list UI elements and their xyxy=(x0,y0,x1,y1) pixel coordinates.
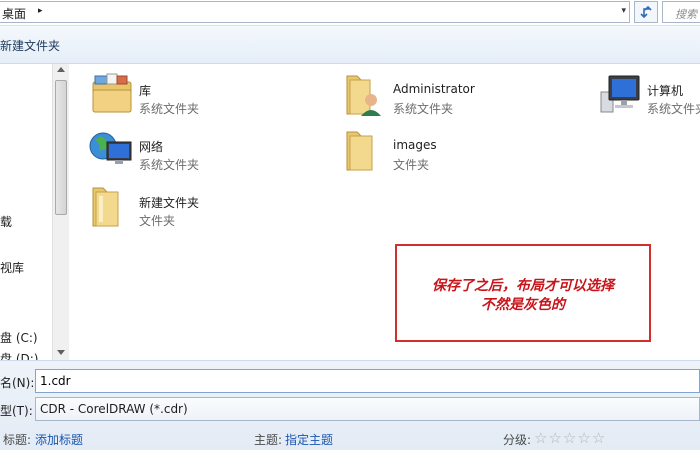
file-type: 系统文件夹 xyxy=(393,102,454,116)
file-type: 系统文件夹 xyxy=(647,102,700,116)
file-item-images[interactable]: images 文件夹 xyxy=(341,126,541,178)
title-label: 标题: xyxy=(3,433,32,447)
nav-scrollbar[interactable] xyxy=(52,64,69,360)
user-folder-icon xyxy=(346,75,381,116)
network-icon xyxy=(89,132,132,164)
filename-label: 名(N): xyxy=(0,376,35,390)
star-icon[interactable]: ☆ xyxy=(592,429,605,447)
address-location[interactable]: 桌面 xyxy=(2,5,26,22)
scroll-up-icon[interactable] xyxy=(57,67,65,72)
library-icon xyxy=(92,73,132,113)
file-name: 新建文件夹 xyxy=(139,196,200,210)
address-row: 桌面 ▸ ▾ 搜索 xyxy=(0,0,700,26)
rating-label: 分级: xyxy=(503,433,532,447)
subject-label: 主题: xyxy=(254,433,283,447)
metadata-row: 标题: 添加标题 主题: 指定主题 分级: ☆☆☆☆☆ xyxy=(0,428,700,450)
nav-item-videos[interactable]: 视库 xyxy=(0,259,24,276)
refresh-icon xyxy=(640,5,652,19)
add-title-link[interactable]: 添加标题 xyxy=(35,431,83,448)
address-dropdown-icon[interactable]: ▾ xyxy=(621,6,626,16)
star-icon[interactable]: ☆ xyxy=(563,429,576,447)
file-name: Administrator xyxy=(393,82,475,96)
annotation-note: 保存了之后，布局才可以选择 不然是灰色的 xyxy=(395,244,651,342)
nav-item-drive-c[interactable]: 盘 (C:) xyxy=(0,329,38,346)
nav-item-downloads[interactable]: 载 xyxy=(0,213,12,230)
filetype-label: 型(T): xyxy=(0,404,33,418)
annotation-line-1: 保存了之后，布局才可以选择 xyxy=(432,278,614,294)
file-item-computer[interactable]: 计算机 系统文件夹 xyxy=(595,70,700,122)
file-type: 文件夹 xyxy=(139,214,176,228)
toolbar: 新建文件夹 xyxy=(0,26,700,64)
file-type: 文件夹 xyxy=(393,158,430,172)
file-item-library[interactable]: 库 系统文件夹 xyxy=(87,70,287,122)
file-type: 系统文件夹 xyxy=(139,102,200,116)
scroll-thumb[interactable] xyxy=(55,80,67,215)
file-item-administrator[interactable]: Administrator 系统文件夹 xyxy=(341,70,541,122)
breadcrumb-arrow-icon[interactable]: ▸ xyxy=(38,6,43,16)
file-type: 系统文件夹 xyxy=(139,158,200,172)
folder-icon xyxy=(346,131,373,171)
scroll-down-icon[interactable] xyxy=(57,350,65,355)
filetype-select[interactable]: CDR - CorelDRAW (*.cdr) xyxy=(35,397,700,421)
search-input[interactable]: 搜索 xyxy=(662,1,700,23)
computer-icon xyxy=(600,75,640,113)
file-name: 计算机 xyxy=(647,84,684,98)
refresh-button[interactable] xyxy=(634,1,658,23)
star-icon[interactable]: ☆ xyxy=(577,429,590,447)
star-icon[interactable]: ☆ xyxy=(548,429,561,447)
folder-icon xyxy=(92,187,119,227)
navigation-pane: 载 视库 盘 (C:) 盘 (D:) xyxy=(0,64,52,366)
save-form: 名(N): 型(T): CDR - CorelDRAW (*.cdr) 标题: … xyxy=(0,360,700,450)
search-placeholder: 搜索 xyxy=(675,8,697,21)
file-item-new-folder[interactable]: 新建文件夹 文件夹 xyxy=(87,182,287,234)
filename-field[interactable] xyxy=(35,369,700,393)
star-icon[interactable]: ☆ xyxy=(534,429,547,447)
file-item-network[interactable]: 网络 系统文件夹 xyxy=(87,126,287,178)
specify-subject-link[interactable]: 指定主题 xyxy=(285,431,333,448)
rating-stars[interactable]: ☆☆☆☆☆ xyxy=(534,429,606,447)
address-bar[interactable]: 桌面 ▸ ▾ xyxy=(0,1,630,23)
filetype-value: CDR - CorelDRAW (*.cdr) xyxy=(40,402,188,416)
file-name: 网络 xyxy=(139,140,164,154)
file-name: images xyxy=(393,138,437,152)
file-name: 库 xyxy=(139,84,152,98)
new-folder-button[interactable]: 新建文件夹 xyxy=(0,37,60,54)
annotation-line-2: 不然是灰色的 xyxy=(481,297,565,313)
